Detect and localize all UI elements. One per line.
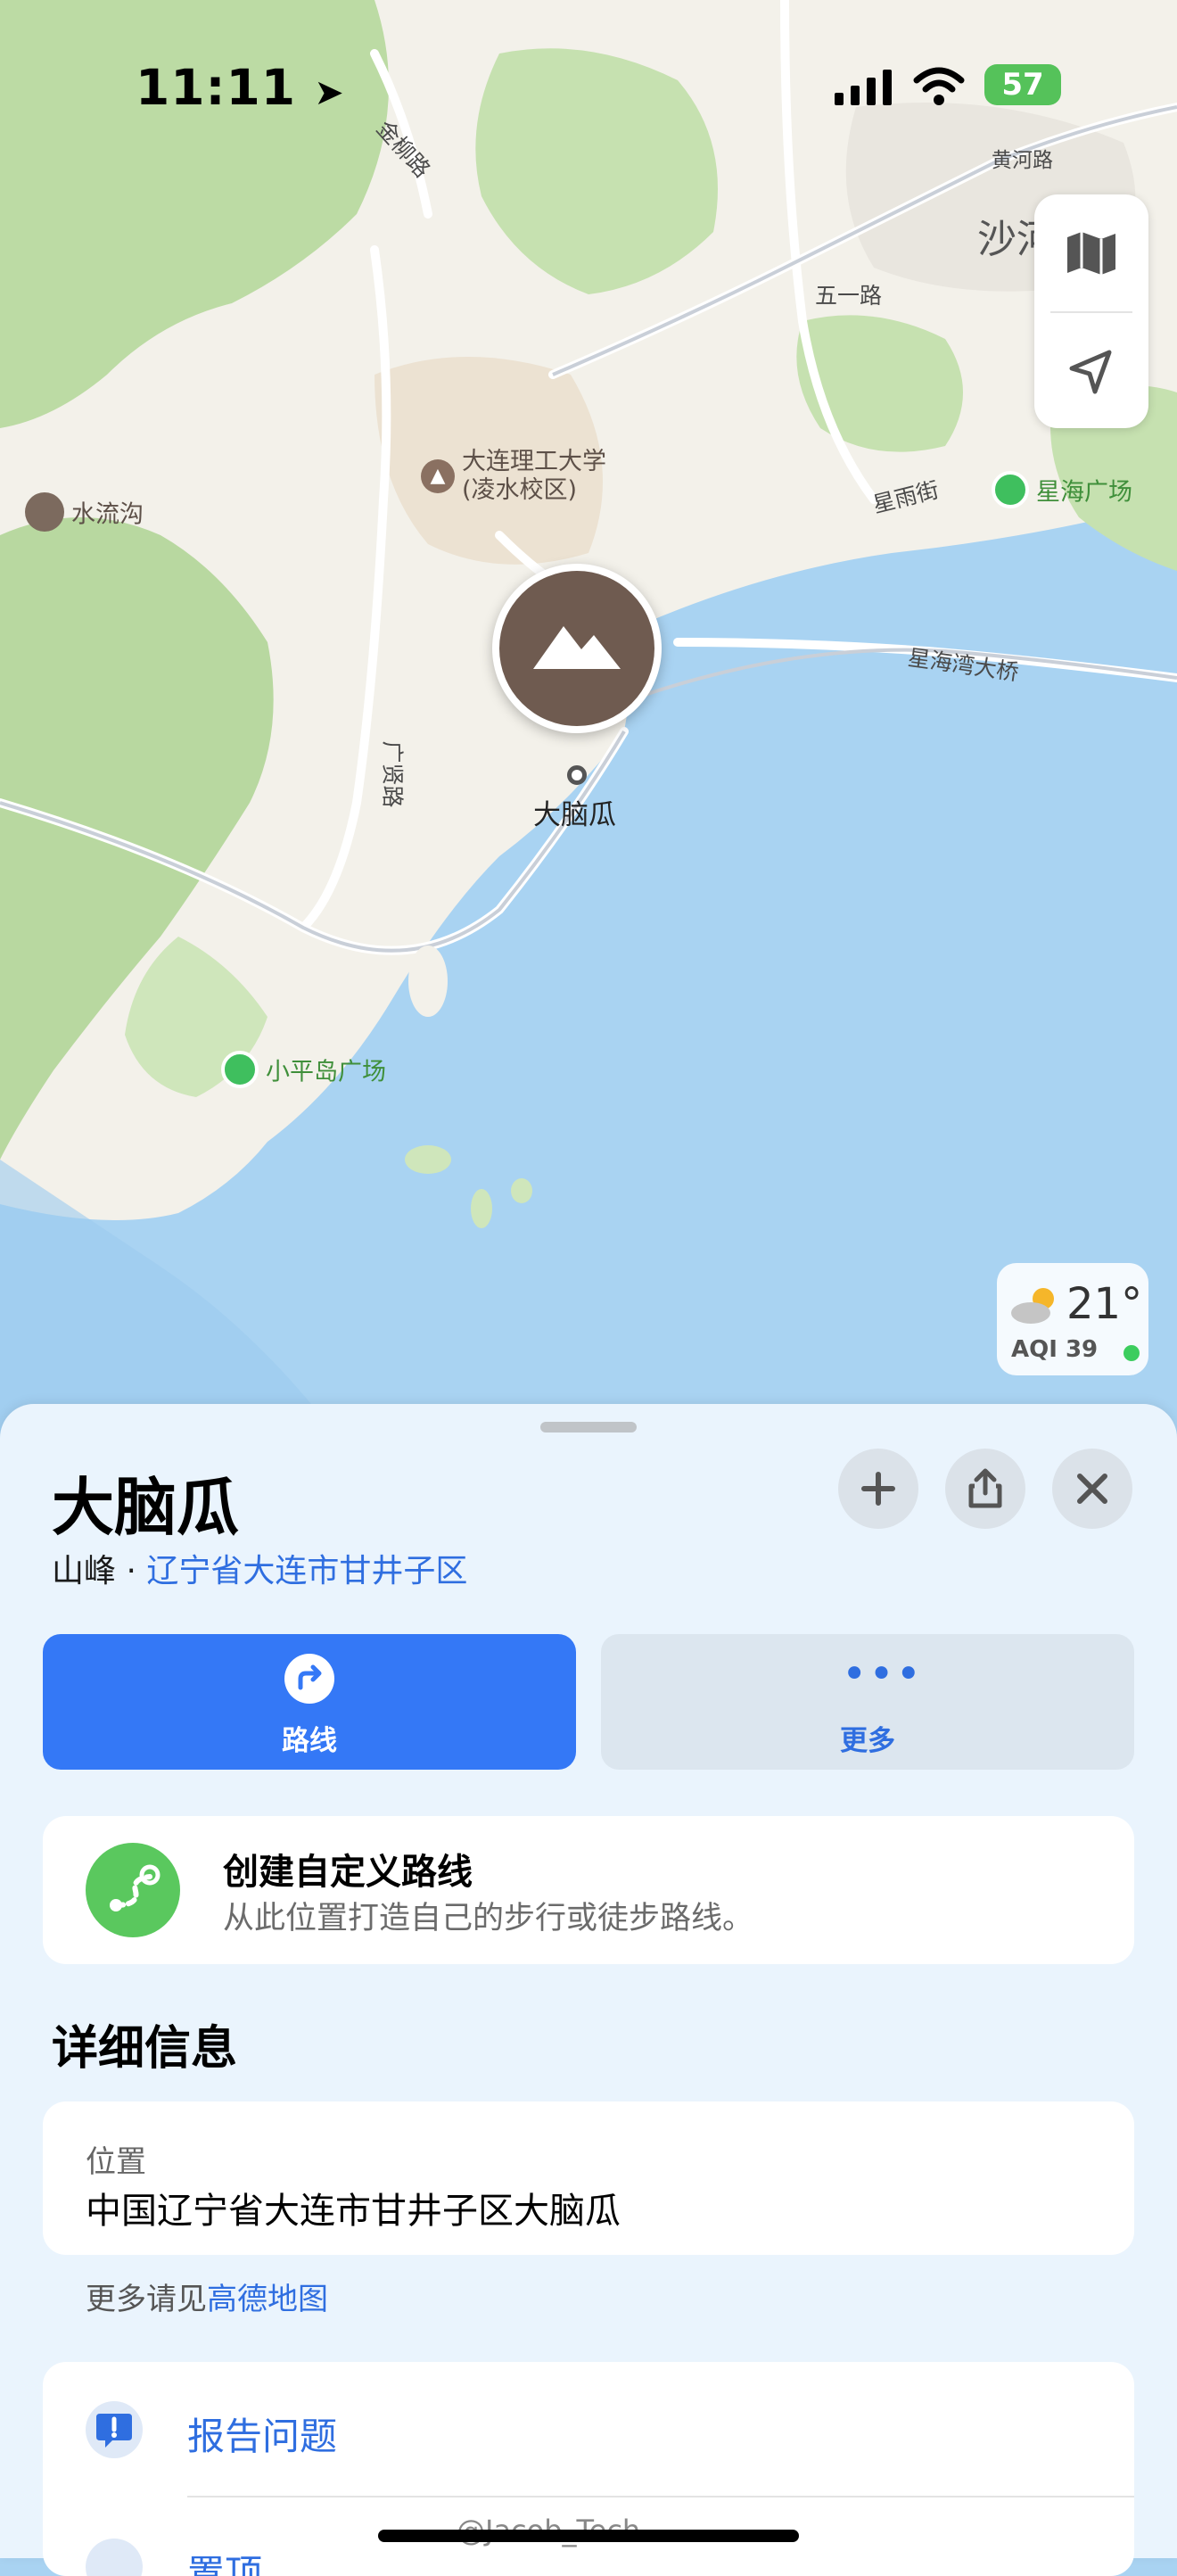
pin-label: 大脑瓜 <box>533 799 616 831</box>
close-button[interactable] <box>1052 1449 1132 1529</box>
add-button[interactable] <box>838 1449 918 1529</box>
status-bar: 11:11 ➤ 57 <box>0 52 1177 123</box>
road-label-wuyi: 五一路 <box>815 283 883 309</box>
aqi-status-dot <box>1124 1345 1140 1361</box>
mountain-icon <box>499 571 654 726</box>
locate-button[interactable] <box>1034 313 1148 430</box>
location-caption: 位置 <box>86 2144 146 2180</box>
cellular-signal-icon <box>835 70 893 109</box>
poi-xiaopingdao-name: 小平岛广场 <box>266 1058 386 1086</box>
battery-icon: 57 <box>984 64 1061 105</box>
location-value: 中国辽宁省大连市甘井子区大脑瓜 <box>86 2191 621 2232</box>
poi-xiaopingdao-square[interactable]: 小平岛广场 <box>221 1051 386 1088</box>
ellipsis-icon: ••• <box>842 1649 923 1699</box>
more-button[interactable]: ••• 更多 <box>601 1634 1134 1770</box>
poi-xinghai-name: 星海广场 <box>1036 478 1132 507</box>
location-card[interactable]: 位置 中国辽宁省大连市甘井子区大脑瓜 <box>43 2101 1134 2255</box>
selected-place-pin[interactable] <box>492 564 662 733</box>
partly-cloudy-icon <box>1011 1288 1054 1324</box>
place-region-link[interactable]: 辽宁省大连市甘井子区 <box>146 1553 467 1589</box>
close-icon <box>1077 1474 1107 1504</box>
place-category: 山峰 <box>52 1553 117 1589</box>
custom-route-icon <box>86 1843 180 1937</box>
mountain-small-icon <box>25 492 64 532</box>
weather-widget[interactable]: 21° AQI 39 <box>997 1263 1148 1375</box>
directions-label: 路线 <box>282 1725 337 1757</box>
road-label-guanxian: 广贤路 <box>379 740 406 808</box>
share-icon <box>968 1468 1002 1508</box>
graduation-cap-icon: ▲ <box>421 459 455 493</box>
sheet-grabber[interactable] <box>540 1422 637 1432</box>
green-pin-icon <box>221 1051 259 1088</box>
place-subtitle: 山峰 · 辽宁省大连市甘井子区 <box>52 1545 467 1591</box>
location-arrow-icon: ➤ <box>314 72 345 113</box>
turn-arrow-icon <box>284 1654 334 1704</box>
more-info-line: 更多请见高德地图 <box>86 2275 328 2318</box>
weather-aqi: AQI 39 <box>1011 1336 1099 1363</box>
share-button[interactable] <box>945 1449 1025 1529</box>
map-controls <box>1034 194 1148 428</box>
weather-temp: 21° <box>1066 1279 1143 1329</box>
place-title: 大脑瓜 <box>52 1471 239 1544</box>
poi-shuiliugou[interactable]: 水流沟 <box>25 492 144 532</box>
report-icon <box>86 2401 143 2458</box>
green-pin-icon <box>992 471 1029 508</box>
map-icon <box>1067 231 1115 275</box>
home-indicator[interactable] <box>378 2530 799 2542</box>
pin-dot <box>567 765 587 785</box>
road-label-huanghe: 黄河路 <box>992 149 1053 172</box>
amap-link[interactable]: 高德地图 <box>207 2282 328 2317</box>
poi-xinghai-square[interactable]: 星海广场 <box>992 471 1132 508</box>
report-issue-row[interactable]: 报告问题 <box>43 2362 1134 2496</box>
more-info-prefix: 更多请见 <box>86 2282 207 2317</box>
poi-university[interactable]: ▲ 大连理工大学 (凌水校区) <box>421 448 606 505</box>
location-arrow-icon <box>1069 350 1112 393</box>
status-time: 11:11 ➤ <box>136 59 345 116</box>
pin-place-label: 置顶 <box>187 2552 263 2576</box>
subtitle-separator: · <box>116 1553 147 1589</box>
custom-route-title: 创建自定义路线 <box>223 1852 473 1893</box>
custom-route-subtitle: 从此位置打造自己的步行或徒步路线。 <box>223 1901 754 1936</box>
poi-university-name: 大连理工大学 <box>462 448 606 475</box>
pin-icon <box>86 2539 143 2576</box>
poi-shuiliugou-name: 水流沟 <box>71 500 144 529</box>
wifi-icon <box>913 66 965 109</box>
plus-icon <box>861 1472 895 1506</box>
custom-route-card[interactable]: 创建自定义路线 从此位置打造自己的步行或徒步路线。 <box>43 1816 1134 1964</box>
report-issue-label: 报告问题 <box>187 2415 338 2458</box>
map-mode-button[interactable] <box>1034 194 1148 311</box>
directions-button[interactable]: 路线 <box>43 1634 576 1770</box>
details-heading: 详细信息 <box>52 2022 238 2076</box>
more-label: 更多 <box>840 1725 895 1757</box>
poi-university-campus: (凌水校区) <box>462 476 578 504</box>
place-sheet: 大脑瓜 山峰 · 辽宁省大连市甘井子区 路线 ••• 更多 创建自定义路线 从此… <box>0 1404 1177 2576</box>
battery-level: 57 <box>1001 67 1044 103</box>
